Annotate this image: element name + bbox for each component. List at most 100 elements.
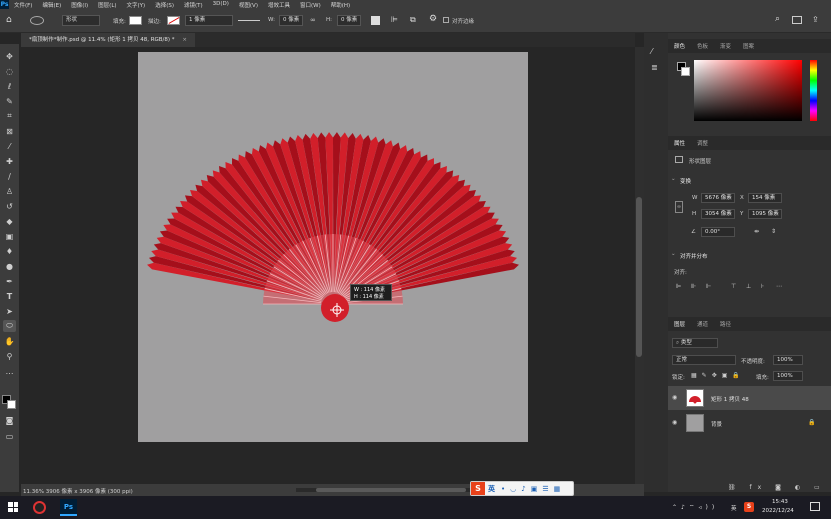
layer-filter-select[interactable]: ⌕ 类型	[672, 338, 718, 348]
panel-tab[interactable]: 通道	[691, 320, 714, 328]
align-option-icon[interactable]: ⋯	[776, 283, 782, 290]
flip-vertical-icon[interactable]: ⇕	[771, 228, 776, 235]
search-icon[interactable]: ⌕	[775, 14, 780, 24]
panel-tab[interactable]: 调整	[691, 139, 714, 147]
adjustments-icon[interactable]: ≣	[651, 63, 658, 72]
windows-start-icon[interactable]	[8, 502, 18, 512]
taskbar-app-icon[interactable]	[33, 501, 46, 514]
lock-icons[interactable]: ▦✎✥▣🔒	[691, 372, 745, 379]
crop-tool-icon[interactable]: ⌗	[3, 110, 16, 122]
menu-item[interactable]: 文字(Y)	[122, 1, 151, 9]
align-option-icon[interactable]: ⊦	[761, 283, 764, 290]
fan-artwork[interactable]	[138, 52, 528, 442]
menu-item[interactable]: 视图(V)	[234, 1, 263, 9]
panel-tab[interactable]: 路径	[714, 320, 737, 328]
stroke-width-input[interactable]: 1 像素	[185, 15, 233, 26]
blur-tool-icon[interactable]: ♦	[3, 245, 16, 257]
lasso-tool-icon[interactable]: ℓ	[3, 80, 16, 92]
panel-tab[interactable]: 属性	[668, 139, 691, 147]
layer-actions-bar[interactable]: ⛓ fx ◙ ◐ ▭ ⊞ 🗑	[728, 484, 831, 491]
align-option-icon[interactable]: ⊪	[691, 283, 696, 290]
menu-item[interactable]: 窗口(W)	[295, 1, 326, 9]
ellipse-shape-tool-icon[interactable]: ⬭	[3, 320, 16, 332]
brush-tool-icon[interactable]: ∕	[3, 170, 16, 182]
artboard[interactable]: W : 114 像素 H : 114 像素	[138, 52, 528, 442]
fill-swatch[interactable]	[129, 16, 142, 25]
stroke-type-select[interactable]	[238, 20, 260, 21]
type-tool-icon[interactable]: T	[3, 290, 16, 302]
history-brush-tool-icon[interactable]: ↺	[3, 200, 16, 212]
blend-mode-select[interactable]: 正常	[672, 355, 736, 365]
quick-mask-icon[interactable]: ◙	[3, 414, 16, 426]
hue-slider[interactable]	[810, 60, 817, 121]
background-color-swatch[interactable]	[7, 400, 16, 409]
pen-tool-icon[interactable]: ✒	[3, 275, 16, 287]
align-edges-checkbox[interactable]	[443, 17, 449, 23]
panel-tab[interactable]: 色板	[691, 42, 714, 50]
color-picker-field[interactable]	[694, 60, 802, 121]
photoshop-logo-icon[interactable]: Ps	[0, 0, 9, 9]
opacity-input[interactable]: 100%	[773, 355, 803, 365]
eraser-tool-icon[interactable]: ◆	[3, 215, 16, 227]
more-tools-icon[interactable]: ⋯	[3, 367, 16, 379]
height-input[interactable]: 0 像素	[337, 15, 361, 26]
hand-tool-icon[interactable]: ✋	[3, 335, 16, 347]
dodge-tool-icon[interactable]: ●	[3, 260, 16, 272]
zoom-tool-icon[interactable]: ⚲	[3, 350, 16, 362]
layer-row[interactable]: ◉ 背景 🔒	[668, 411, 831, 435]
share-icon[interactable]: ⇪	[812, 15, 819, 24]
scrollbar-thumb[interactable]	[636, 197, 642, 357]
horizontal-scrollbar[interactable]	[296, 488, 496, 492]
transform-height-input[interactable]: 3054 像素	[701, 209, 735, 219]
link-icon[interactable]: ∞	[310, 16, 316, 24]
ime-tool-icons[interactable]: •◡♪▣☰▦	[501, 485, 565, 493]
align-option-icon[interactable]: ⊥	[746, 283, 751, 290]
eye-icon[interactable]: ◉	[672, 394, 677, 401]
stroke-swatch[interactable]	[167, 16, 180, 25]
path-operations-icon[interactable]	[371, 16, 380, 25]
shape-mode-select[interactable]: 形状	[62, 15, 100, 26]
quick-select-tool-icon[interactable]: ✎	[3, 95, 16, 107]
chevron-down-icon[interactable]: ⌄	[671, 176, 676, 182]
transform-y-input[interactable]: 1095 像素	[748, 209, 782, 219]
panel-tab[interactable]: 图层	[668, 320, 691, 328]
eye-icon[interactable]: ◉	[672, 419, 677, 426]
workspace-icon[interactable]	[792, 16, 802, 24]
screen-mode-icon[interactable]: ▭	[3, 430, 16, 442]
eyedropper-tool-icon[interactable]: ⁄	[3, 140, 16, 152]
frame-tool-icon[interactable]: ⊠	[3, 125, 16, 137]
menu-item[interactable]: 帮助(H)	[326, 1, 355, 9]
photoshop-taskbar-icon[interactable]: Ps	[60, 499, 77, 516]
marquee-tool-icon[interactable]: ◌	[3, 65, 16, 77]
color-background-swatch[interactable]	[681, 67, 690, 76]
path-arrangement-icon[interactable]: ⧉	[410, 15, 416, 25]
gear-icon[interactable]: ⚙	[429, 14, 437, 24]
horizontal-scrollbar-thumb[interactable]	[316, 488, 466, 492]
path-selection-tool-icon[interactable]: ➤	[3, 305, 16, 317]
clone-stamp-tool-icon[interactable]: ♙	[3, 185, 16, 197]
clock-date[interactable]: 2022/12/24	[762, 508, 794, 514]
brush-settings-icon[interactable]: ⁄	[651, 47, 652, 56]
menu-item[interactable]: 增效工具	[263, 1, 295, 9]
gradient-tool-icon[interactable]: ▣	[3, 230, 16, 242]
move-tool-icon[interactable]: ✥	[3, 50, 16, 62]
ellipse-tool-icon[interactable]	[30, 16, 44, 25]
transform-x-input[interactable]: 154 像素	[748, 193, 782, 203]
chevron-down-icon[interactable]: ⌄	[671, 251, 676, 257]
clock-time[interactable]: 15:43	[772, 499, 788, 505]
close-icon[interactable]: ×	[182, 37, 187, 43]
system-tray-icons[interactable]: ⌃♪⌔◃))	[672, 503, 718, 511]
fill-input[interactable]: 100%	[773, 371, 803, 381]
ime-mode-label[interactable]: 英	[488, 484, 495, 494]
menu-item[interactable]: 3D(D)	[208, 1, 234, 9]
menu-item[interactable]: 选择(S)	[150, 1, 179, 9]
layer-row[interactable]: ◉ 矩形 1 拷贝 48	[668, 386, 831, 410]
sogou-tray-icon[interactable]: S	[744, 502, 754, 512]
home-icon[interactable]: ⌂	[6, 15, 12, 25]
align-option-icon[interactable]: ⊩	[706, 283, 711, 290]
width-input[interactable]: 0 像素	[279, 15, 303, 26]
align-option-icon[interactable]: ⊤	[731, 283, 736, 290]
link-dimensions-icon[interactable]: ∞	[675, 201, 683, 213]
menu-item[interactable]: 文件(F)	[9, 1, 37, 9]
ime-toolbar[interactable]: S 英 •◡♪▣☰▦	[470, 481, 574, 496]
